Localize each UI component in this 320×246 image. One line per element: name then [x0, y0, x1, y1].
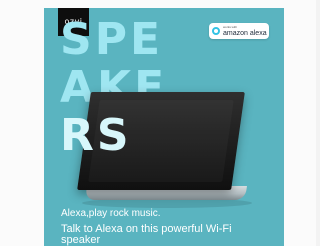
ad-copy-line-1: Alexa,play rock music. — [61, 208, 161, 219]
amazon-alexa-badge: works with amazon alexa — [209, 23, 269, 39]
speaker-ad-banner[interactable]: ozvi SPE AKE RS works with amazon alexa … — [44, 8, 284, 246]
hero-text-line-1: SPE — [60, 14, 163, 65]
alexa-ring-icon — [212, 27, 220, 35]
alexa-badge-big-text: amazon alexa — [223, 29, 267, 37]
ad-copy-line-2: Talk to Alexa on this powerful Wi-Fi spe… — [61, 223, 232, 246]
page-frame: ozvi SPE AKE RS works with amazon alexa … — [0, 0, 316, 246]
hero-text-line-3: RS — [60, 110, 132, 161]
alexa-badge-small-text: works with — [223, 24, 238, 29]
alexa-badge-text: works with amazon alexa — [223, 24, 267, 37]
